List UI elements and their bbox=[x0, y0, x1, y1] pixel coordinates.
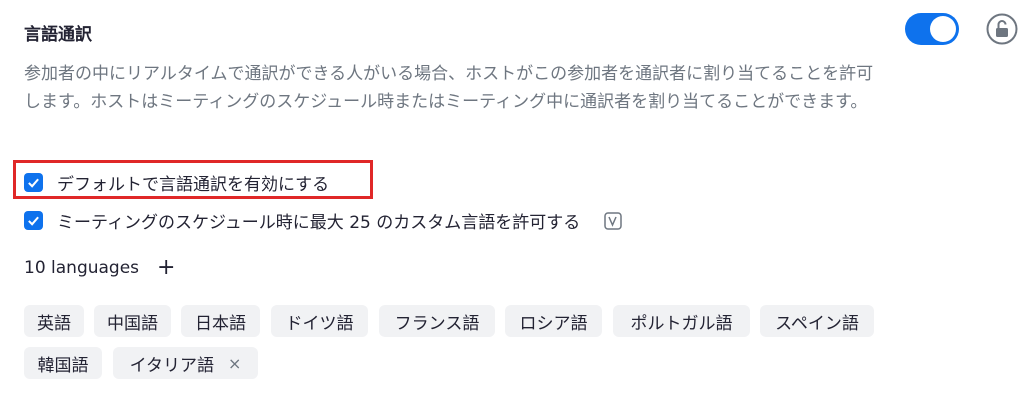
language-chip[interactable]: 日本語 bbox=[181, 305, 260, 337]
language-chip-label: 中国語 bbox=[107, 313, 158, 334]
interpretation-toggle[interactable] bbox=[905, 13, 959, 45]
remove-language-icon[interactable]: × bbox=[228, 354, 241, 373]
unlock-icon[interactable] bbox=[986, 13, 1018, 45]
version-badge-icon[interactable] bbox=[604, 211, 622, 230]
language-chip-label: 韓国語 bbox=[37, 355, 89, 376]
language-chip[interactable]: 英語 bbox=[24, 305, 84, 337]
option-label: デフォルトで言語通訳を有効にする bbox=[57, 175, 330, 195]
language-chip-label: 日本語 bbox=[195, 313, 246, 334]
option-custom-languages[interactable]: ミーティングのスケジュール時に最大 25 のカスタム言語を許可する bbox=[24, 208, 622, 233]
language-chip-label: ロシア語 bbox=[519, 313, 588, 334]
section-description: 参加者の中にリアルタイムで通訳ができる人がいる場合、ホストがこの参加者を通訳者に… bbox=[24, 64, 874, 112]
language-chip[interactable]: 韓国語 bbox=[24, 347, 102, 379]
section-title: 言語通訳 bbox=[24, 25, 92, 45]
language-chip-label: スペイン語 bbox=[775, 313, 859, 334]
add-language-button[interactable]: + bbox=[157, 257, 175, 279]
language-chip-label: ドイツ語 bbox=[285, 313, 354, 334]
language-chip[interactable]: スペイン語 bbox=[760, 305, 874, 337]
language-chip-label: フランス語 bbox=[394, 313, 480, 334]
language-chip-label: 英語 bbox=[37, 313, 71, 334]
language-chip[interactable]: イタリア語 × bbox=[113, 347, 258, 379]
language-chip[interactable]: 中国語 bbox=[94, 305, 171, 337]
checkbox[interactable] bbox=[24, 173, 43, 192]
toggle-knob bbox=[930, 16, 956, 42]
check-icon bbox=[28, 216, 39, 226]
option-enable-default[interactable]: デフォルトで言語通訳を有効にする bbox=[24, 170, 329, 195]
languages-count: 10 languages + bbox=[24, 257, 175, 279]
language-chip[interactable]: ドイツ語 bbox=[271, 305, 368, 337]
language-chip[interactable]: フランス語 bbox=[379, 305, 495, 337]
language-chip[interactable]: ロシア語 bbox=[505, 305, 602, 337]
language-chip-label: イタリア語 bbox=[129, 355, 214, 376]
checkbox[interactable] bbox=[24, 211, 43, 230]
check-icon bbox=[28, 178, 39, 188]
languages-count-label: 10 languages bbox=[24, 258, 140, 278]
language-chip[interactable]: ポルトガル語 bbox=[613, 305, 750, 337]
language-chip-label: ポルトガル語 bbox=[630, 313, 733, 334]
option-label: ミーティングのスケジュール時に最大 25 のカスタム言語を許可する bbox=[57, 213, 581, 233]
